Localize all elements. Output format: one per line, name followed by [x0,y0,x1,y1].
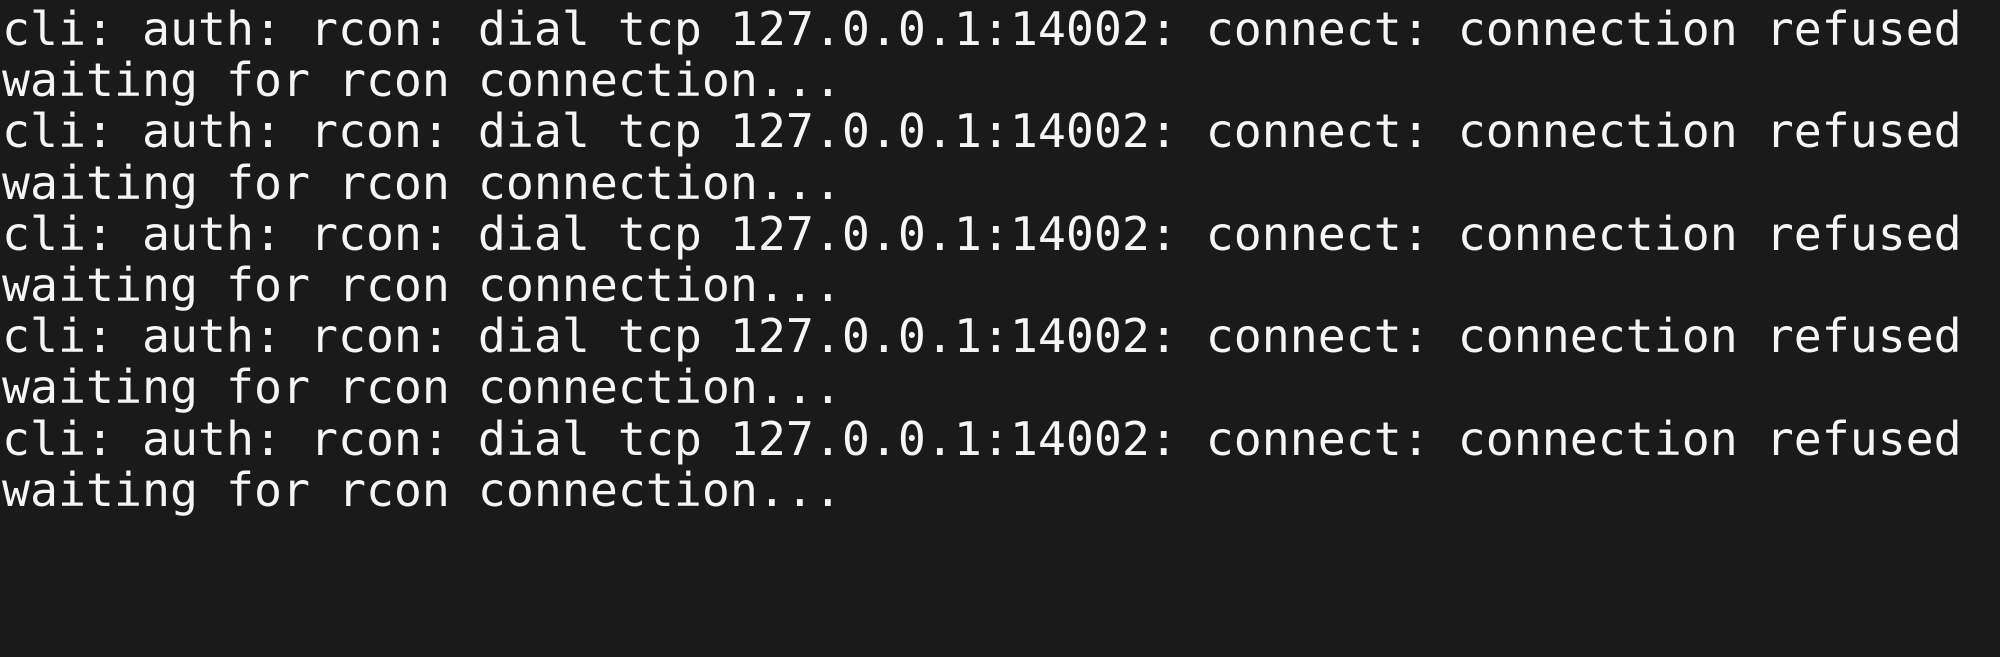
terminal-line: waiting for rcon connection... [2,53,842,108]
terminal-line: waiting for rcon connection... [2,360,842,415]
terminal-output-pane[interactable]: cli: auth: rcon: dial tcp 127.0.0.1:1400… [0,0,2000,657]
terminal-line: cli: auth: rcon: dial tcp 127.0.0.1:1400… [2,411,1962,466]
terminal-line: cli: auth: rcon: dial tcp 127.0.0.1:1400… [2,2,1962,56]
terminal-line: cli: auth: rcon: dial tcp 127.0.0.1:1400… [2,104,1962,159]
terminal-line: cli: auth: rcon: dial tcp 127.0.0.1:1400… [2,206,1962,261]
terminal-line: waiting for rcon connection... [2,155,842,210]
terminal-line: waiting for rcon connection... [2,257,842,312]
terminal-line: waiting for rcon connection... [2,462,842,517]
terminal-line: cli: auth: rcon: dial tcp 127.0.0.1:1400… [2,309,1962,364]
